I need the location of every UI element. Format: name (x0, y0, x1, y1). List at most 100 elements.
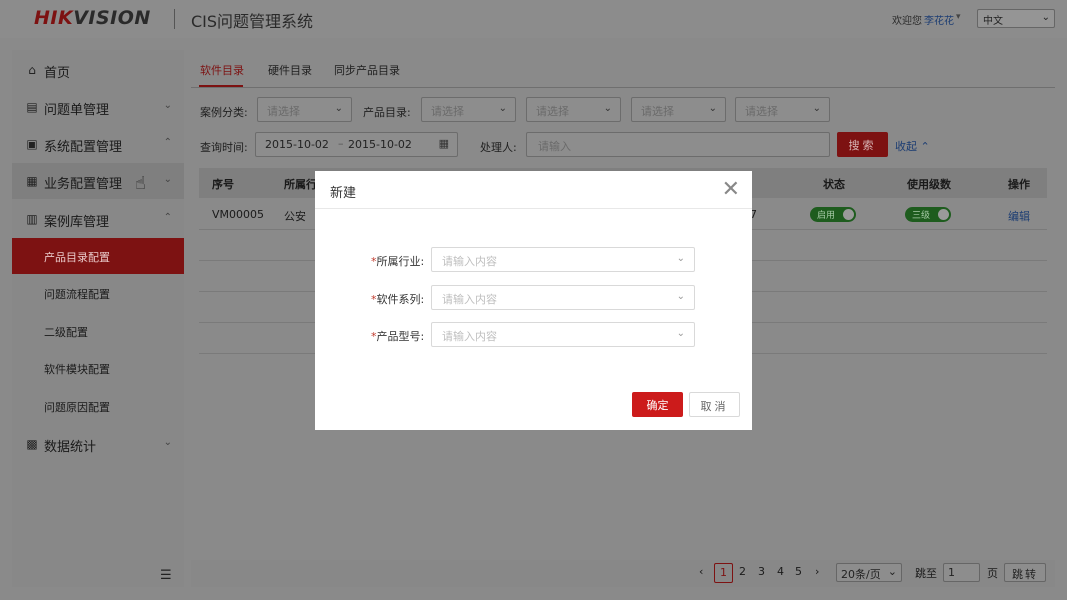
page-unit-label: 页 (987, 567, 998, 580)
collapse-sidebar-icon[interactable]: ☰ (160, 568, 172, 583)
confirm-button[interactable]: 确定 (632, 392, 683, 417)
sidebar-item-label: 案例库管理 (44, 215, 110, 230)
app-title: CIS问题管理系统 (191, 12, 314, 31)
software-series-label: *软件系列: (371, 291, 424, 307)
level-toggle[interactable]: 三级 (905, 207, 951, 222)
sidebar-subitem-label: 产品目录配置 (44, 251, 110, 264)
toggle-label: 启用 (817, 211, 836, 221)
create-dialog: 新建 ✕ *所属行业: 请输入内容 ⌄ *软件系列: 请输入内容 ⌄ *产品型号… (315, 171, 752, 430)
cancel-button[interactable]: 取消 (689, 392, 740, 417)
sidebar-item-label: 业务配置管理 (44, 177, 123, 192)
handler-input[interactable]: 请输入 (526, 132, 830, 157)
issue-icon: ▤ (26, 100, 38, 114)
user-caret-icon[interactable]: ▾ (956, 12, 961, 22)
column-header: 所属行 (284, 178, 317, 191)
hand-cursor-icon: ☝ (135, 173, 146, 194)
product-catalog-select-4[interactable]: 请选择 ⌄ (735, 97, 830, 122)
field-label: 软件系列: (376, 293, 425, 306)
chevron-up-icon: ⌃ (163, 212, 172, 223)
next-page-icon[interactable]: › (815, 565, 819, 578)
close-icon[interactable]: ✕ (722, 177, 740, 202)
page-3-button[interactable]: 3 (758, 565, 765, 578)
dialog-divider (315, 208, 752, 209)
sidebar-subitem-issue-cause[interactable]: 问题原因配置 (12, 388, 184, 424)
chevron-down-icon: ⌄ (498, 103, 507, 114)
header-divider (174, 9, 175, 29)
chevron-down-icon: ⌄ (812, 103, 821, 114)
chevron-down-icon: ⌄ (676, 328, 685, 339)
chevron-down-icon: ⌄ (676, 253, 685, 264)
page-4-button[interactable]: 4 (777, 565, 784, 578)
field-label: 所属行业: (376, 255, 425, 268)
goto-label: 跳至 (915, 567, 937, 580)
case-library-icon: ▥ (26, 212, 38, 226)
input-placeholder: 请输入 (538, 140, 571, 153)
select-placeholder: 请选择 (536, 105, 569, 118)
chevron-down-icon: ⌄ (1041, 12, 1050, 23)
app-header: HIKVISION CIS问题管理系统 欢迎您 李花花 ▾ 中文 ⌄ (0, 0, 1067, 38)
welcome-text: 欢迎您 (892, 16, 922, 27)
chevron-up-icon: ⌃ (163, 137, 172, 148)
page-2-button[interactable]: 2 (739, 565, 746, 578)
case-category-label: 案例分类: (200, 106, 248, 119)
sidebar-item-label: 问题单管理 (44, 103, 110, 118)
sidebar-subitem-issue-flow[interactable]: 问题流程配置 (12, 275, 184, 311)
software-series-select[interactable]: 请输入内容 ⌄ (431, 285, 695, 310)
tab-sync-catalog[interactable]: 同步产品目录 (334, 62, 400, 78)
case-category-select[interactable]: 请选择 ⌄ (257, 97, 352, 122)
language-select[interactable]: 中文 ⌄ (977, 9, 1055, 28)
product-catalog-select-1[interactable]: 请选择 ⌄ (421, 97, 516, 122)
edit-link[interactable]: 编辑 (1008, 208, 1030, 224)
product-model-label: *产品型号: (371, 328, 424, 344)
jump-button[interactable]: 跳转 (1004, 563, 1046, 582)
sidebar-item-case-library[interactable]: ▥ 案例库管理 ⌃ (12, 201, 184, 237)
sidebar-item-statistics[interactable]: ▩ 数据统计 ⌄ (12, 426, 184, 462)
handler-label: 处理人: (480, 141, 517, 154)
date-range-picker[interactable]: 2015-10-02 – 2015-10-02 ▦ (255, 132, 458, 157)
page-size-select[interactable]: 20条/页 ⌄ (836, 563, 902, 582)
collapse-filters-link[interactable]: 收起 ⌃ (895, 138, 930, 154)
search-button[interactable]: 搜索 (837, 132, 888, 157)
product-model-select[interactable]: 请输入内容 ⌄ (431, 322, 695, 347)
sidebar-item-label: 首页 (44, 66, 71, 81)
chevron-down-icon: ⌄ (676, 291, 685, 302)
active-tab-indicator (199, 85, 243, 87)
date-end: 2015-10-02 (348, 138, 412, 151)
user-menu[interactable]: 李花花 (924, 12, 954, 27)
system-config-icon: ▣ (26, 137, 38, 151)
select-placeholder: 请选择 (267, 105, 300, 118)
tab-software-catalog[interactable]: 软件目录 (200, 62, 244, 78)
status-toggle[interactable]: 启用 (810, 207, 856, 222)
sidebar-item-business-config[interactable]: ▦ 业务配置管理 ⌄ (12, 163, 184, 199)
sidebar-item-home[interactable]: ⌂ 首页 (12, 52, 184, 88)
sidebar-item-label: 系统配置管理 (44, 140, 123, 155)
page-5-button[interactable]: 5 (795, 565, 802, 578)
toggle-knob (843, 209, 854, 220)
cell-id: VM00005 (212, 208, 265, 221)
sidebar-subitem-product-catalog[interactable]: 产品目录配置 (12, 238, 184, 274)
page-1-button[interactable]: 1 (714, 563, 733, 583)
select-placeholder: 请选择 (431, 105, 464, 118)
goto-page-input[interactable]: 1 (943, 563, 980, 582)
chevron-down-icon: ⌄ (334, 103, 343, 114)
sidebar-item-label: 数据统计 (44, 440, 97, 455)
sidebar-item-issues[interactable]: ▤ 问题单管理 ⌄ (12, 89, 184, 125)
select-placeholder: 请输入内容 (442, 330, 497, 343)
stats-icon: ▩ (26, 437, 38, 451)
toggle-knob (938, 209, 949, 220)
column-header: 操作 (1008, 178, 1030, 191)
query-time-label: 查询时间: (200, 141, 248, 154)
column-header: 使用级数 (907, 178, 951, 191)
sidebar-item-system-config[interactable]: ▣ 系统配置管理 ⌃ (12, 126, 184, 162)
prev-page-icon[interactable]: ‹ (699, 565, 703, 578)
industry-select[interactable]: 请输入内容 ⌄ (431, 247, 695, 272)
tab-hardware-catalog[interactable]: 硬件目录 (268, 62, 312, 78)
product-catalog-select-2[interactable]: 请选择 ⌄ (526, 97, 621, 122)
pagination-bar: ‹ 1 2 3 4 5 › 20条/页 ⌄ 跳至 1 页 跳转 (191, 560, 1055, 587)
sidebar-subitem-software-module[interactable]: 软件模块配置 (12, 350, 184, 386)
hikvision-logo[interactable]: HIKVISION (34, 7, 151, 29)
select-placeholder: 请选择 (641, 105, 674, 118)
product-catalog-select-3[interactable]: 请选择 ⌄ (631, 97, 726, 122)
product-catalog-label: 产品目录: (363, 106, 411, 119)
sidebar-subitem-level2[interactable]: 二级配置 (12, 313, 184, 349)
